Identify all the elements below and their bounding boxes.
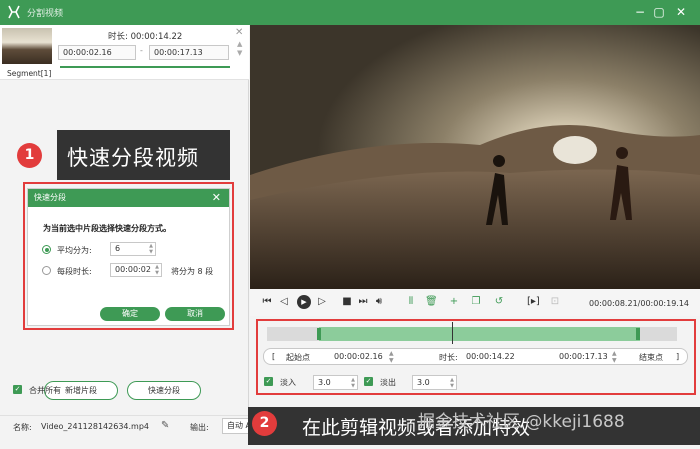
fade-out-checkbox[interactable]: ✓ [364, 377, 373, 386]
reorder-arrows-icon[interactable]: ▲ ▼ [237, 40, 242, 58]
fade-out-value: 3.0 [417, 378, 430, 387]
segment-range-bar [60, 66, 230, 68]
segment-duration-value: 00:00:14.22 [130, 32, 183, 42]
start-handle[interactable] [317, 328, 321, 340]
watermark: 掘金技术社区 @kkeji1688 [418, 412, 625, 432]
callout-1-text: 快速分段视频 [67, 146, 199, 170]
step-forward-icon[interactable]: ▷ [316, 296, 328, 308]
app-logo-icon [8, 5, 20, 19]
volume-icon[interactable]: 🔊︎ [373, 296, 385, 308]
output-label: 输出: [190, 423, 209, 432]
name-label: 名称: [13, 423, 32, 432]
copy-icon[interactable]: ❐ [470, 296, 482, 308]
equal-split-value: 6 [115, 244, 121, 253]
segment-card[interactable]: Segment[1] 时长: 00:00:14.22 00:00:02.16 -… [0, 25, 249, 80]
end-bracket-icon: ] [676, 352, 680, 361]
playback-controls: ⏮ ◁ ▶ ▷ ■ ⏭ 🔊︎ ⫴ 🗑︎ + ❐ ↺ [▸] ⊡ 00:00:08… [250, 289, 700, 316]
trim-controls: [ 起始点 00:00:02.16 ▲ ▼ 时长: 00:00:14.22 00:… [263, 348, 688, 365]
maximize-icon[interactable]: ▢ [650, 3, 668, 21]
segment-label: Segment[1] [7, 69, 52, 78]
fade-out-input[interactable]: 3.0 ▲ ▼ [412, 375, 457, 390]
stepper-icon[interactable]: ▲ ▼ [155, 264, 159, 276]
confirm-button[interactable]: 确定 [100, 307, 160, 321]
segment-duration: 时长: 00:00:14.22 [108, 30, 182, 42]
skip-to-start-icon[interactable]: ⏮ [261, 296, 273, 308]
video-frame [250, 25, 700, 289]
each-duration-radio[interactable] [42, 266, 51, 275]
minimize-icon[interactable]: − [631, 3, 649, 21]
stepper-icon[interactable]: ▲ ▼ [450, 377, 454, 389]
stepper-icon[interactable]: ▲ ▼ [351, 377, 355, 389]
window-title: 分割视频 [27, 9, 64, 19]
quick-split-dialog: 快速分段 ✕ 为当前选中片段选择快速分段方式。 平均分为: 6 ▲ ▼ 每段时长:… [27, 188, 230, 326]
each-duration-result: 将分为 8 段 [171, 267, 214, 276]
callout-2-badge: 2 [252, 411, 277, 436]
fade-in-input[interactable]: 3.0 ▲ ▼ [313, 375, 358, 390]
close-icon[interactable]: ✕ [235, 27, 243, 38]
play-icon[interactable]: ▶ [297, 295, 311, 309]
callout-1: 快速分段视频 [57, 130, 230, 180]
dialog-title: 快速分段 [34, 193, 66, 202]
dialog-header: 快速分段 ✕ [28, 189, 229, 207]
trim-start-input[interactable]: 00:00:02.16 [334, 352, 383, 361]
equal-split-input[interactable]: 6 ▲ ▼ [110, 242, 156, 256]
set-end-point-button[interactable]: 结束点 [639, 352, 663, 363]
equal-split-radio[interactable] [42, 245, 51, 254]
playhead[interactable] [452, 322, 453, 344]
cancel-button[interactable]: 取消 [165, 307, 225, 321]
set-start-point-button[interactable]: 起始点 [286, 352, 310, 363]
merge-all-label: 合并所有 [29, 386, 61, 395]
total-time: 00:00:19.14 [640, 299, 690, 308]
quick-split-button[interactable]: 快速分段 [127, 381, 201, 400]
close-icon[interactable]: ✕ [212, 189, 221, 207]
trim-duration-label: 时长: [439, 353, 458, 362]
stepper-icon[interactable]: ▲ ▼ [149, 243, 153, 255]
trim-duration-value: 00:00:14.22 [466, 352, 515, 361]
callout-1-badge: 1 [17, 143, 42, 168]
current-time: 00:00:08.21 [589, 299, 638, 308]
segment-duration-label: 时长: [108, 32, 128, 42]
close-icon[interactable]: ✕ [672, 3, 690, 21]
stop-icon[interactable]: ■ [341, 296, 353, 308]
fade-in-checkbox[interactable]: ✓ [264, 377, 273, 386]
timeline-selection[interactable] [319, 327, 640, 341]
skip-to-end-icon[interactable]: ⏭ [357, 296, 369, 308]
split-clip-icon[interactable]: ⫴ [405, 296, 417, 308]
step-back-icon[interactable]: ◁ [278, 296, 290, 308]
output-name-value: Video_241128142634.mp4 [41, 422, 149, 431]
each-duration-label: 每段时长: [57, 267, 92, 276]
fade-out-label: 淡出 [380, 378, 396, 387]
each-duration-value: 00:00:02 [115, 265, 151, 274]
segment-thumbnail [2, 28, 52, 64]
each-duration-input[interactable]: 00:00:02 ▲ ▼ [110, 263, 162, 277]
merge-all-checkbox[interactable]: ✓ [13, 385, 22, 394]
delete-icon[interactable]: 🗑︎ [425, 296, 438, 308]
snapshot-icon[interactable]: ⊡ [549, 296, 561, 308]
undo-icon[interactable]: ↺ [493, 296, 505, 308]
edit-name-icon[interactable]: ✎ [161, 420, 169, 431]
start-bracket-icon: [ [272, 352, 276, 361]
fade-in-value: 3.0 [318, 378, 331, 387]
playback-timecode: 00:00:08.21/00:00:19.14 [589, 299, 689, 308]
segment-start-input[interactable]: 00:00:02.16 [58, 45, 136, 60]
stepper-icon[interactable]: ▲ ▼ [389, 350, 394, 364]
add-icon[interactable]: + [448, 296, 460, 308]
trim-end-input[interactable]: 00:00:17.13 [559, 352, 608, 361]
mark-in-out-icon[interactable]: [▸] [527, 296, 540, 308]
title-bar: 分割视频 − ▢ ✕ [0, 0, 700, 25]
segment-end-input[interactable]: 00:00:17.13 [149, 45, 229, 60]
equal-split-label: 平均分为: [57, 246, 92, 255]
end-handle[interactable] [636, 328, 640, 340]
dialog-instruction: 为当前选中片段选择快速分段方式。 [43, 224, 171, 233]
video-preview[interactable] [250, 25, 700, 289]
segment-time-separator: - [140, 46, 143, 55]
stepper-icon[interactable]: ▲ ▼ [612, 350, 617, 364]
fade-in-label: 淡入 [280, 378, 296, 387]
